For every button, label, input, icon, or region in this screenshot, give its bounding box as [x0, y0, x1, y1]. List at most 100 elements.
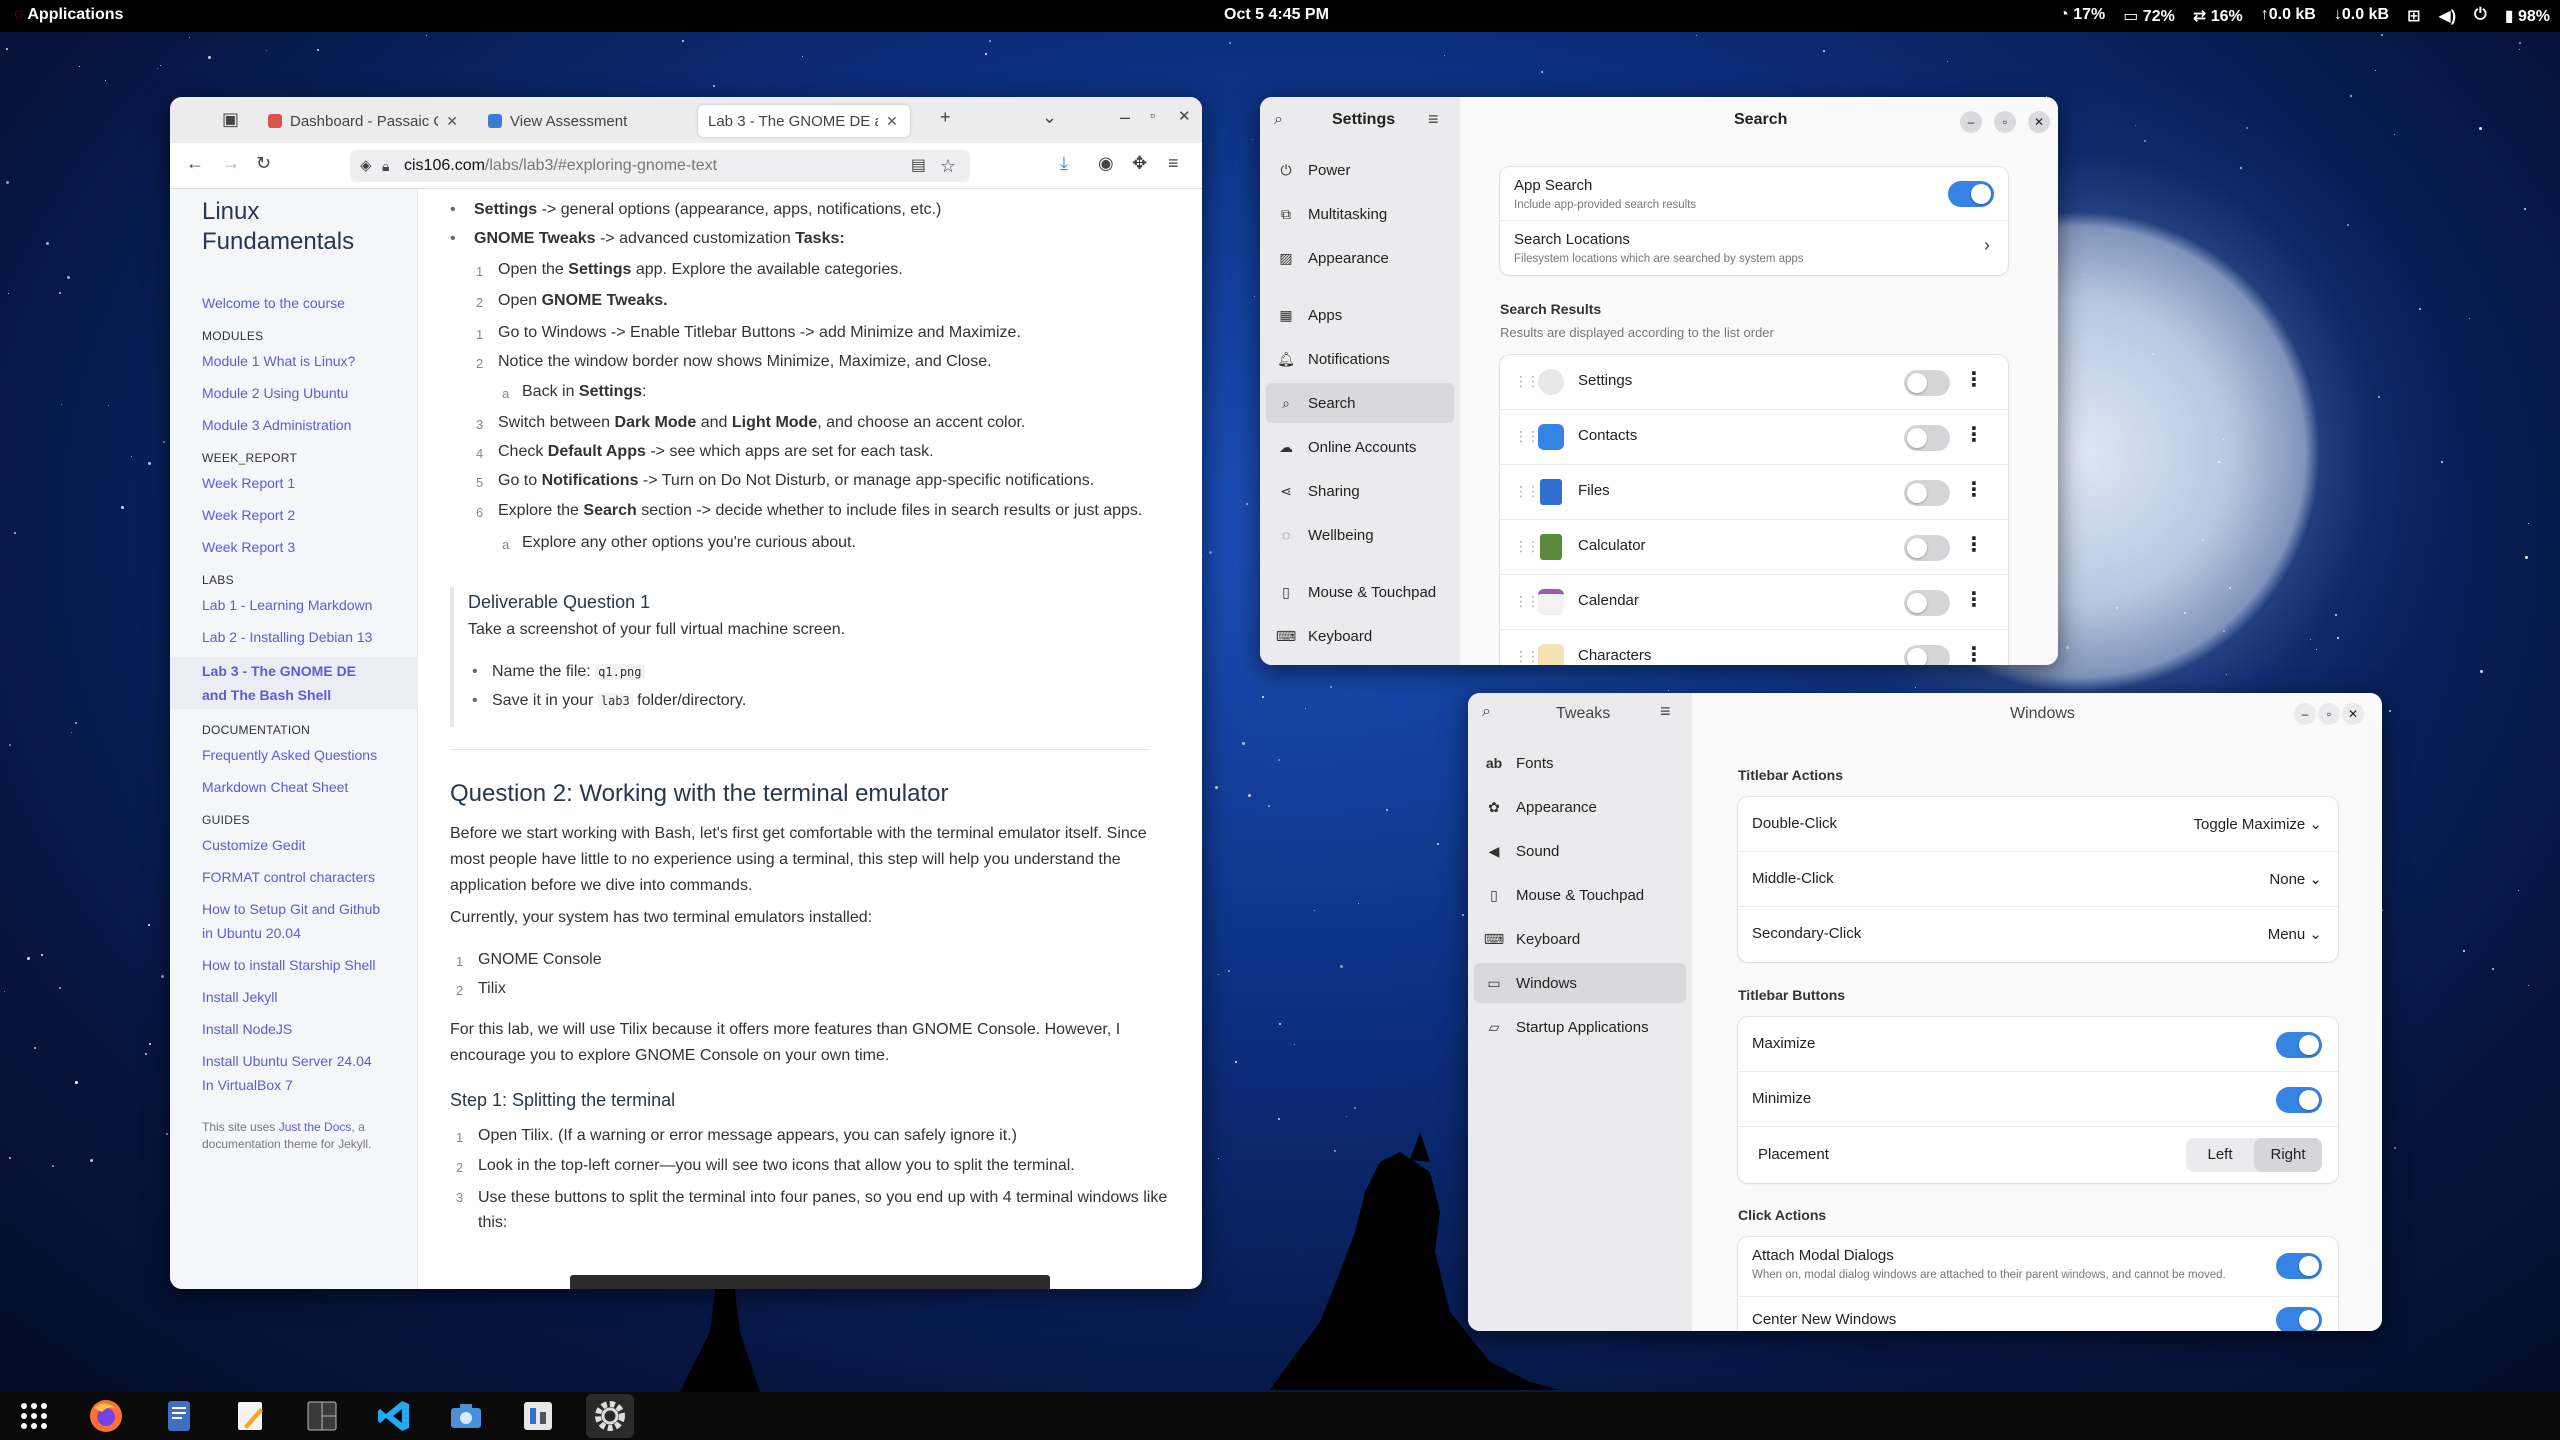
dock-tweaks[interactable]	[514, 1394, 562, 1438]
sidebar-item-appearance[interactable]: ✿ Appearance	[1474, 787, 1686, 827]
url-bar[interactable]: ◈ 🔒︎ cis106.com/labs/lab3/#exploring-gno…	[350, 150, 970, 182]
center-new-windows-row[interactable]: Center New Windows	[1738, 1297, 2338, 1331]
new-tab-icon[interactable]: +	[940, 107, 951, 128]
sidebar-link[interactable]: Lab 1 - Learning Markdown	[202, 593, 402, 617]
minimize-icon[interactable]: –	[1960, 111, 1982, 133]
maximize-icon[interactable]: ▫	[2318, 703, 2340, 725]
more-options-icon[interactable]: ⋮	[1964, 367, 1984, 392]
sidebar-link[interactable]: Module 2 Using Ubuntu	[202, 381, 402, 405]
minimize-row[interactable]: Minimize	[1738, 1072, 2338, 1127]
reader-view-icon[interactable]: ▤	[911, 150, 926, 182]
search-icon[interactable]: ⌕	[1274, 111, 1283, 129]
reload-icon[interactable]: ↻	[256, 153, 271, 174]
result-toggle[interactable]	[1904, 590, 1950, 616]
middle-click-row[interactable]: Middle-Click None ⌄	[1738, 852, 2338, 907]
sidebar-item-power[interactable]: ⏻ Power	[1266, 150, 1454, 190]
sidebar-item-fonts[interactable]: ab Fonts	[1474, 743, 1686, 783]
result-toggle[interactable]	[1904, 645, 1950, 665]
maximize-toggle[interactable]	[2276, 1032, 2322, 1058]
more-options-icon[interactable]: ⋮	[1964, 532, 1984, 557]
sidebar-item-sharing[interactable]: ⋖ Sharing	[1266, 471, 1454, 511]
sidebar-link[interactable]: FORMAT control characters	[202, 865, 402, 889]
sidebar-item-mouse-touchpad[interactable]: ▯ Mouse & Touchpad	[1474, 875, 1686, 915]
double-click-row[interactable]: Double-Click Toggle Maximize ⌄	[1738, 797, 2338, 852]
forward-icon[interactable]: →	[222, 153, 240, 174]
sidebar-link[interactable]: How to Setup Git and Github in Ubuntu 20…	[202, 897, 392, 945]
close-icon[interactable]: ✕	[2342, 703, 2364, 725]
more-options-icon[interactable]: ⋮	[1964, 642, 1984, 665]
placement-right-button[interactable]: Right	[2254, 1138, 2322, 1172]
sidebar-item-keyboard[interactable]: ⌨ Keyboard	[1266, 616, 1454, 656]
minimize-toggle[interactable]	[2276, 1087, 2322, 1113]
result-toggle[interactable]	[1904, 480, 1950, 506]
sidebar-item-keyboard[interactable]: ⌨ Keyboard	[1474, 919, 1686, 959]
sidebar-link[interactable]: Frequently Asked Questions	[202, 743, 402, 767]
sidebar-link[interactable]: Module 1 What is Linux?	[202, 349, 402, 373]
menu-icon[interactable]: ≡	[1168, 153, 1179, 174]
dock-vscode[interactable]	[370, 1394, 418, 1438]
sidebar-item-notifications[interactable]: 🔔︎ Notifications	[1266, 339, 1454, 379]
show-apps-button[interactable]	[10, 1394, 58, 1438]
search-locations-row[interactable]: Search Locations Filesystem locations wh…	[1500, 221, 2008, 275]
center-new-windows-toggle[interactable]	[2276, 1307, 2322, 1331]
result-row-settings[interactable]: ⋮⋮ Settings ⋮	[1500, 355, 2008, 410]
sidebar-link-welcome[interactable]: Welcome to the course	[202, 291, 402, 315]
back-icon[interactable]: ←	[186, 153, 204, 174]
minimize-icon[interactable]: –	[2294, 703, 2316, 725]
clock[interactable]: Oct 5 4:45 PM	[1224, 6, 1329, 24]
sidebar-link[interactable]: Install Ubuntu Server 24.04 In VirtualBo…	[202, 1049, 382, 1097]
secondary-click-dropdown[interactable]: Menu ⌄	[2268, 925, 2322, 943]
app-search-toggle[interactable]	[1948, 181, 1994, 207]
tab-view-assessment[interactable]: View Assessment	[478, 105, 688, 137]
attach-modal-toggle[interactable]	[2276, 1253, 2322, 1279]
applications-menu[interactable]: ◌ Applications	[14, 6, 123, 24]
sidebar-item-sound[interactable]: ◀ Sound	[1474, 831, 1686, 871]
result-toggle[interactable]	[1904, 425, 1950, 451]
sidebar-item-mouse-touchpad[interactable]: ▯ Mouse & Touchpad	[1266, 572, 1454, 612]
sidebar-link[interactable]: Week Report 1	[202, 471, 402, 495]
close-tab-icon[interactable]: ✕	[886, 113, 898, 130]
drag-handle-icon[interactable]: ⋮⋮	[1514, 483, 1540, 500]
sidebar-link[interactable]: Customize Gedit	[202, 833, 402, 857]
close-icon[interactable]: ✕	[1178, 107, 1191, 125]
result-row-files[interactable]: ⋮⋮ Files ⋮	[1500, 465, 2008, 520]
middle-click-dropdown[interactable]: None ⌄	[2269, 870, 2322, 888]
dock-gedit[interactable]	[226, 1394, 274, 1438]
sidebar-link[interactable]: Week Report 2	[202, 503, 402, 527]
sidebar-link[interactable]: Install NodeJS	[202, 1017, 402, 1041]
sidebar-item-startup-applications[interactable]: ▱ Startup Applications	[1474, 1007, 1686, 1047]
dock-screenshot[interactable]	[442, 1394, 490, 1438]
sidebar-item-multitasking[interactable]: ⧉ Multitasking	[1266, 194, 1454, 234]
attach-modal-row[interactable]: Attach Modal Dialogs When on, modal dial…	[1738, 1237, 2338, 1297]
sidebar-link[interactable]: Markdown Cheat Sheet	[202, 775, 402, 799]
list-tabs-icon[interactable]: ⌄	[1042, 107, 1057, 128]
placement-left-button[interactable]: Left	[2186, 1138, 2254, 1172]
result-toggle[interactable]	[1904, 535, 1950, 561]
bookmark-star-icon[interactable]: ☆	[940, 150, 956, 182]
sidebar-link-current[interactable]: Lab 3 - The GNOME DE and The Bash Shell	[170, 657, 418, 709]
sidebar-item-windows[interactable]: ▭ Windows	[1474, 963, 1686, 1003]
app-search-row[interactable]: App Search Include app-provided search r…	[1500, 167, 2008, 221]
drag-handle-icon[interactable]: ⋮⋮	[1514, 593, 1540, 610]
just-the-docs-link[interactable]: Just the Docs	[279, 1120, 352, 1134]
downloads-icon[interactable]: ⤓	[1060, 153, 1068, 174]
tab-dashboard[interactable]: Dashboard - Passaic Coun ✕	[258, 105, 468, 137]
sidebar-item-wellbeing[interactable]: ◌ Wellbeing	[1266, 515, 1454, 555]
sidebar-item-online-accounts[interactable]: ☁ Online Accounts	[1266, 427, 1454, 467]
more-options-icon[interactable]: ⋮	[1964, 422, 1984, 447]
result-row-characters[interactable]: ⋮⋮ Characters ⋮	[1500, 630, 2008, 665]
drag-handle-icon[interactable]: ⋮⋮	[1514, 538, 1540, 555]
double-click-dropdown[interactable]: Toggle Maximize ⌄	[2194, 815, 2322, 833]
dock-settings[interactable]	[586, 1394, 634, 1438]
sidebar-link[interactable]: Week Report 3	[202, 535, 402, 559]
drag-handle-icon[interactable]: ⋮⋮	[1514, 428, 1540, 445]
dock-tilix[interactable]	[298, 1394, 346, 1438]
maximize-icon[interactable]: ▫	[1994, 111, 2016, 133]
secondary-click-row[interactable]: Secondary-Click Menu ⌄	[1738, 907, 2338, 962]
menu-icon[interactable]: ≡	[1660, 701, 1671, 722]
account-icon[interactable]: ◉	[1098, 153, 1114, 174]
menu-icon[interactable]: ≡	[1428, 109, 1439, 130]
close-icon[interactable]: ✕	[2028, 111, 2050, 133]
tab-lab3[interactable]: Lab 3 - The GNOME DE and T ✕	[698, 105, 910, 137]
result-toggle[interactable]	[1904, 370, 1950, 396]
